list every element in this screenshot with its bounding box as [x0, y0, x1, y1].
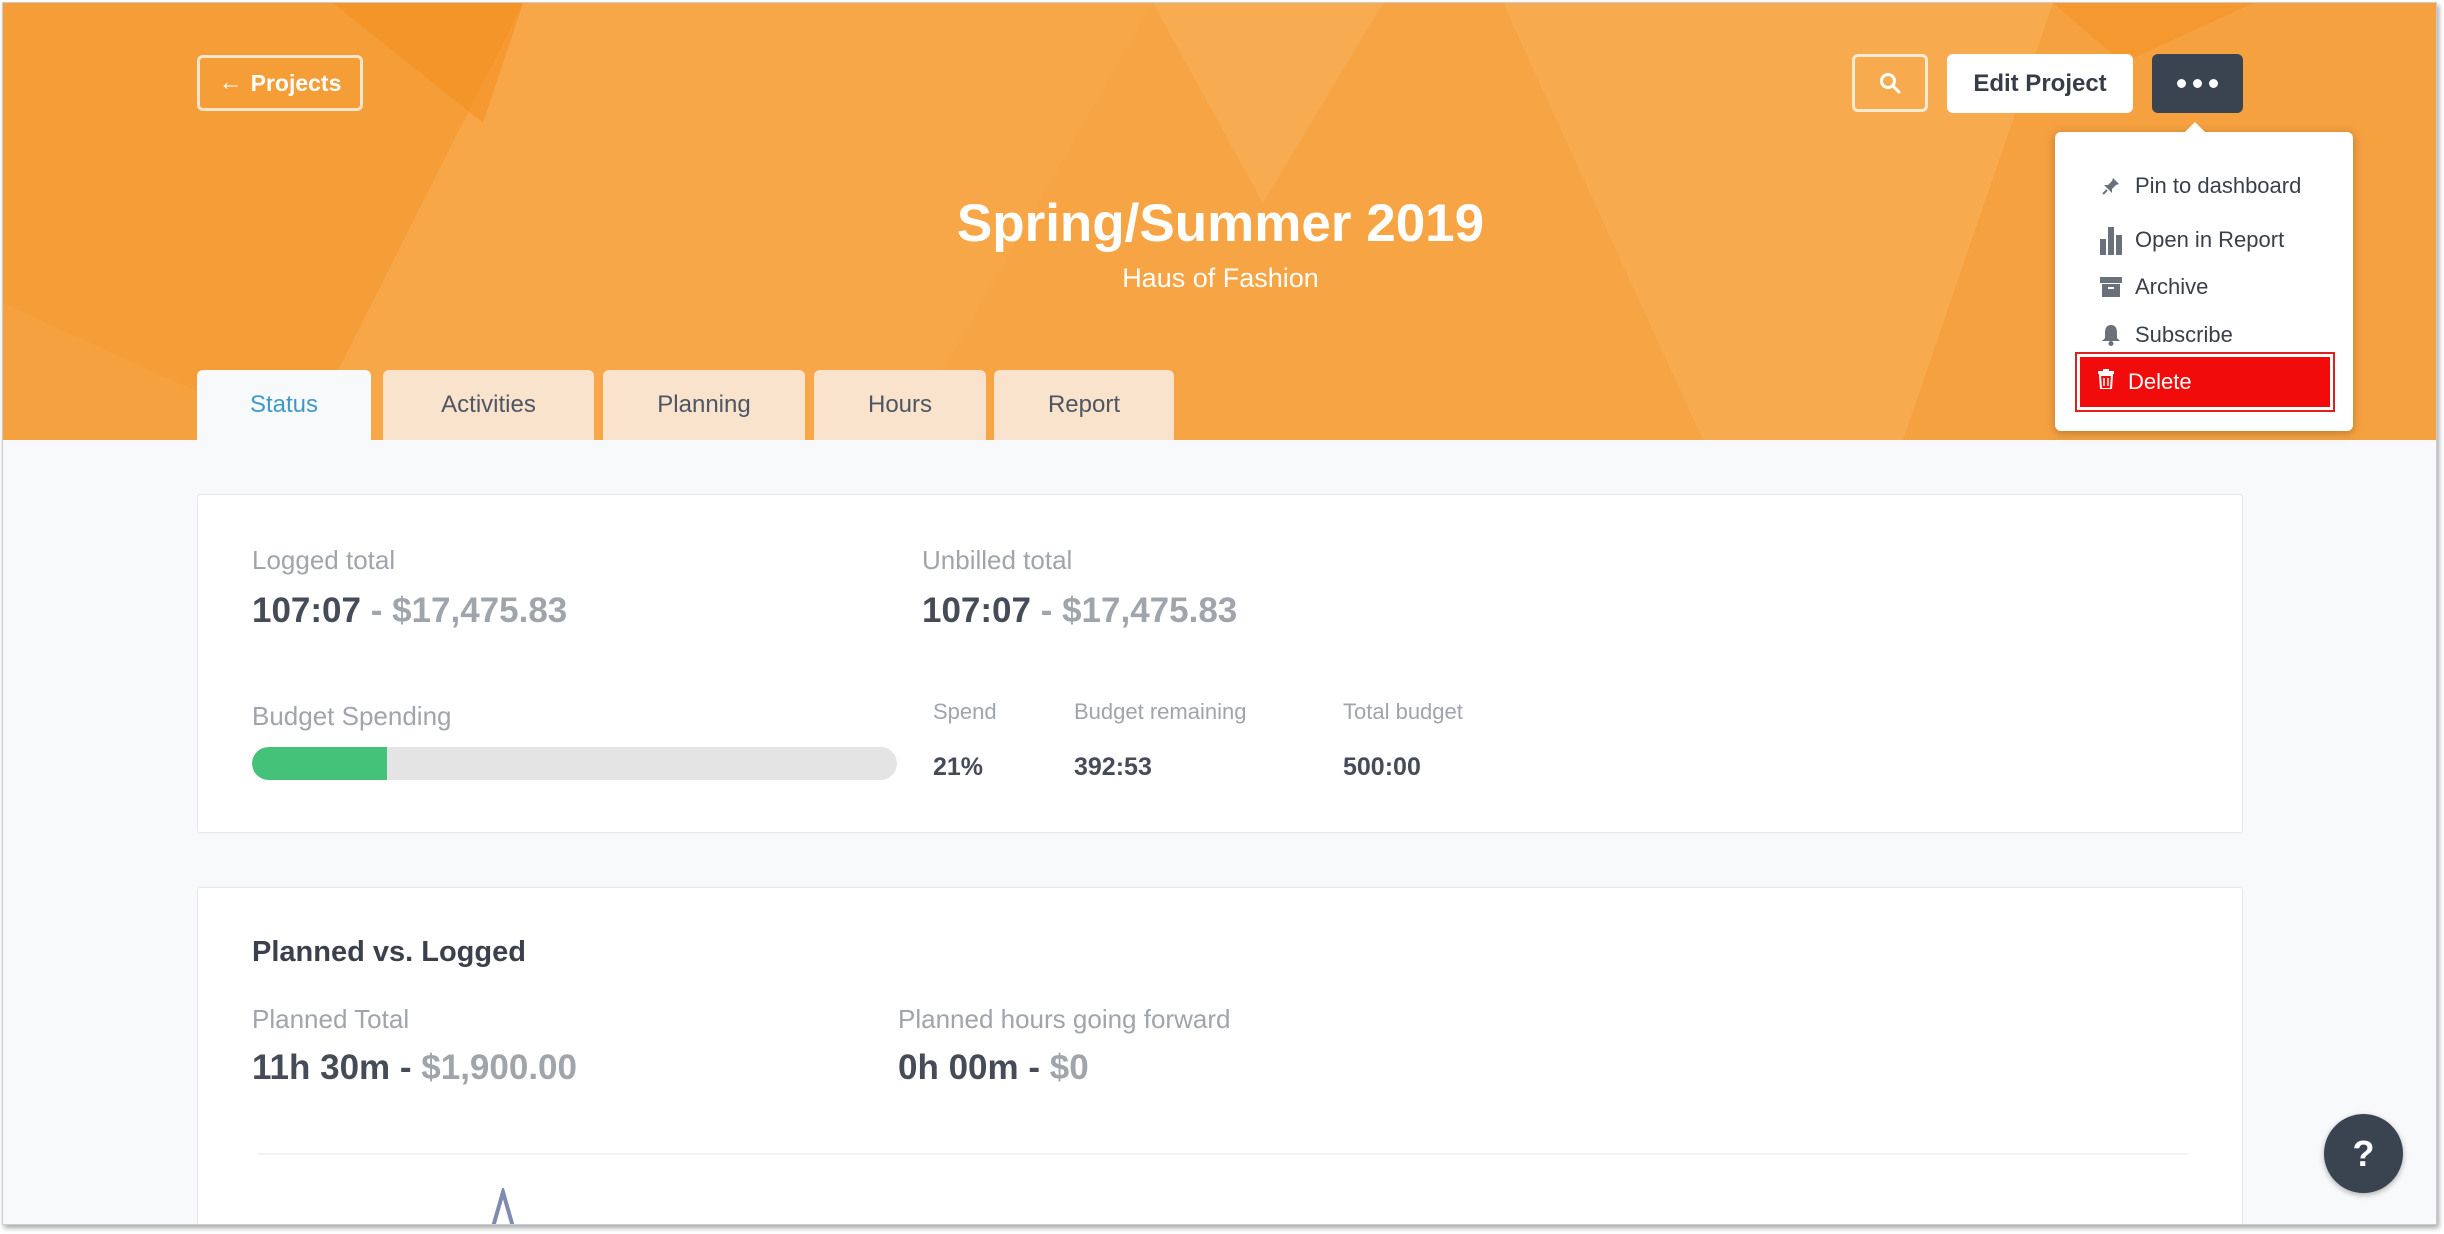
archive-icon [2099, 275, 2123, 299]
unbilled-time: 107:07 [922, 591, 1031, 630]
back-button-label: Projects [250, 69, 342, 96]
ellipsis-icon [2177, 79, 2186, 88]
search-button[interactable] [1852, 54, 1928, 112]
chart-divider [258, 1153, 2188, 1155]
delete-label: Delete [2128, 369, 2192, 394]
budget-remaining-label: Budget remaining [1074, 699, 1247, 724]
trash-icon [2098, 369, 2114, 395]
spend-value: 21% [933, 753, 984, 781]
menu-item-archive[interactable]: Archive [2099, 269, 2208, 305]
app-window: ← Projects Edit Project Spring/Summer 20… [2, 2, 2437, 1225]
tab-status[interactable]: Status [197, 370, 371, 440]
unbilled-total-value: 107:07 - $17,475.83 [922, 591, 1237, 631]
unbilled-money: $17,475.83 [1062, 591, 1238, 630]
logged-money: $17,475.83 [392, 591, 568, 630]
total-budget-value: 500:00 [1343, 753, 1421, 781]
budget-progress-bar [252, 747, 897, 780]
value-separator: - [1030, 591, 1063, 630]
forward-time: 0h 00m [898, 1048, 1019, 1087]
logged-time: 107:07 [252, 591, 361, 630]
budget-spending-label: Budget Spending [252, 701, 452, 731]
status-card: Logged total 107:07 - $17,475.83 Unbille… [197, 494, 2243, 833]
forward-money: $0 [1049, 1048, 1089, 1087]
menu-item-pin-to-dashboard[interactable]: Pin to dashboard [2099, 168, 2301, 204]
bar-chart-icon [2099, 227, 2123, 255]
pin-icon [2099, 174, 2123, 198]
logged-total-value: 107:07 - $17,475.83 [252, 591, 567, 631]
budget-remaining-value: 392:53 [1074, 753, 1152, 781]
menu-item-label: Archive [2135, 274, 2209, 299]
card-title: Planned vs. Logged [252, 936, 526, 968]
total-budget-label: Total budget [1343, 699, 1463, 724]
planned-total-label: Planned Total [252, 1004, 410, 1034]
value-separator: - [390, 1048, 422, 1087]
menu-item-label: Open in Report [2135, 227, 2285, 252]
budget-progress-fill [252, 747, 388, 780]
tab-activities[interactable]: Activities [383, 370, 594, 440]
logged-total-label: Logged total [252, 545, 396, 575]
bell-icon [2099, 323, 2123, 347]
tab-planning[interactable]: Planning [603, 370, 805, 440]
planned-forward-label: Planned hours going forward [898, 1004, 1231, 1034]
unbilled-total-label: Unbilled total [922, 545, 1073, 575]
screenshot-frame: ← Projects Edit Project Spring/Summer 20… [0, 0, 2444, 1234]
chart-line-peak [491, 1188, 515, 1224]
menu-item-open-in-report[interactable]: Open in Report [2099, 222, 2284, 258]
edit-project-button[interactable]: Edit Project [1947, 54, 2133, 113]
help-button[interactable]: ? [2324, 1114, 2403, 1193]
back-to-projects-button[interactable]: ← Projects [197, 55, 363, 111]
more-options-menu: Pin to dashboard Open in Report Archive … [2055, 122, 2353, 431]
spend-label: Spend [933, 699, 997, 724]
planned-vs-logged-card: Planned vs. Logged Planned Total 11h 30m… [197, 887, 2243, 1224]
tab-report[interactable]: Report [994, 370, 1174, 440]
tab-hours[interactable]: Hours [814, 370, 986, 440]
planned-time: 11h 30m [252, 1048, 391, 1087]
menu-item-label: Pin to dashboard [2135, 173, 2302, 198]
planned-forward-value: 0h 00m - $0 [898, 1048, 1089, 1088]
planned-money: $1,900.00 [421, 1048, 577, 1087]
value-separator: - [360, 591, 393, 630]
menu-item-subscribe[interactable]: Subscribe [2099, 317, 2233, 353]
menu-item-label: Subscribe [2135, 322, 2233, 347]
search-icon [1880, 73, 1901, 94]
menu-item-delete[interactable]: Delete [2080, 357, 2330, 407]
value-separator: - [1018, 1048, 1050, 1087]
planned-total-value: 11h 30m - $1,900.00 [252, 1048, 577, 1088]
more-options-button[interactable] [2152, 54, 2243, 113]
delete-highlight: Delete [2075, 352, 2335, 412]
arrow-left-icon: ← [218, 69, 243, 96]
